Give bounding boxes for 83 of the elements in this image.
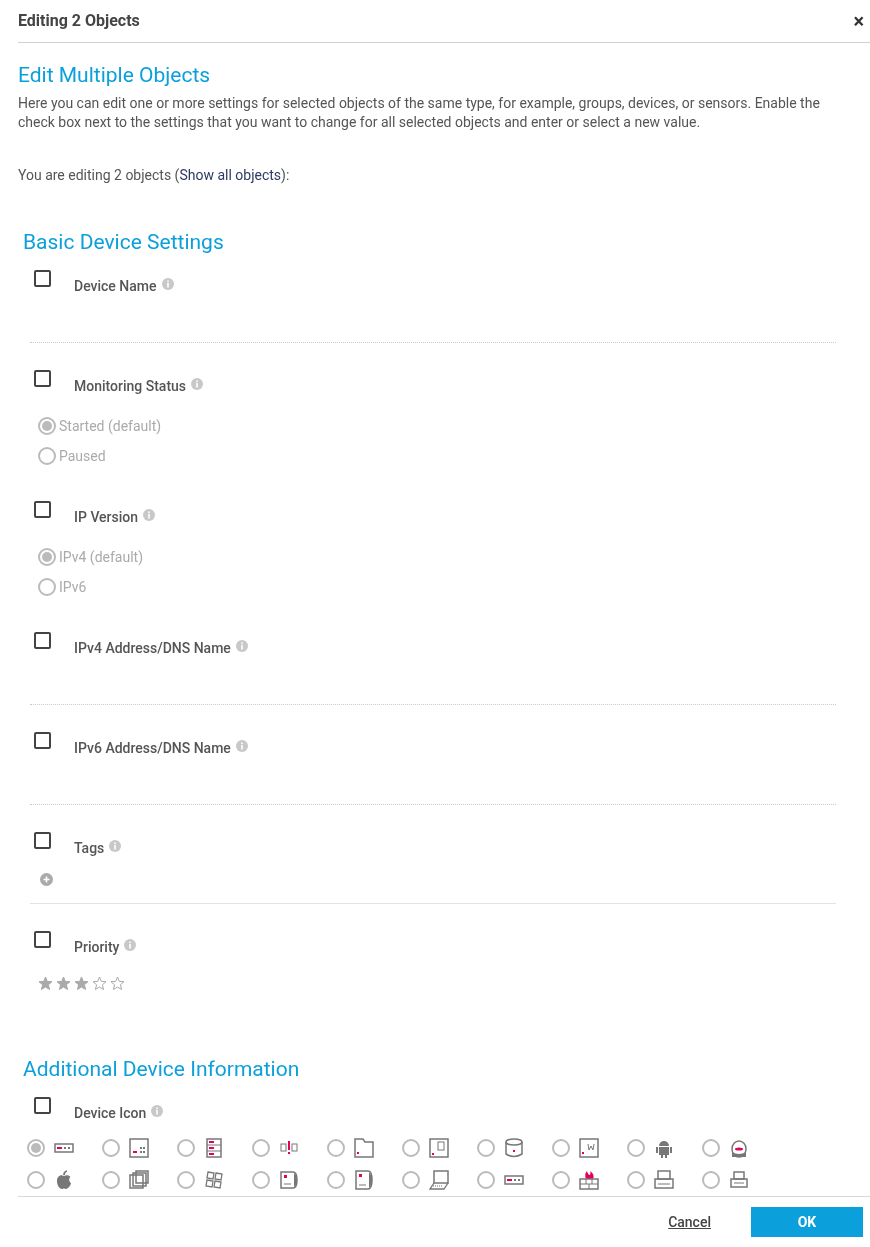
android-icon [654, 1138, 674, 1158]
option-label: IPv4 (default) [59, 547, 144, 567]
radio-button[interactable] [327, 1139, 345, 1157]
info-icon [151, 1104, 164, 1117]
section-heading: Additional Device Information [23, 1056, 301, 1082]
description-text: Here you can edit one or more settings for selected objects of the same type, for example, groups, devices, or sensors. Enable the check box next to the settings that you want to change for all selected objects and enter or select a new value. [18, 94, 821, 132]
radio-button[interactable] [627, 1171, 645, 1189]
grid-box-icon [129, 1138, 149, 1158]
radio-button[interactable] [402, 1139, 420, 1157]
radio-button[interactable] [177, 1171, 195, 1189]
field-label: IP Version [74, 508, 139, 527]
database-icon [504, 1138, 524, 1158]
checkbox[interactable] [34, 632, 51, 649]
web-box-icon [579, 1138, 599, 1158]
radio-button[interactable] [102, 1171, 120, 1189]
info-icon [235, 639, 248, 652]
info-icon [161, 277, 174, 290]
info-icon [191, 377, 204, 390]
radio-button[interactable] [627, 1139, 645, 1157]
checkbox[interactable] [34, 501, 51, 518]
apple-icon [54, 1170, 74, 1190]
info-icon [143, 508, 156, 521]
field-label: Priority [74, 938, 120, 957]
tiles-icon [204, 1170, 224, 1190]
radio-button[interactable] [252, 1139, 270, 1157]
filled-star-icon [74, 976, 89, 991]
option-label: Started (default) [59, 416, 162, 436]
field-label: Monitoring Status [74, 377, 187, 396]
radio-button[interactable] [552, 1139, 570, 1157]
checkbox[interactable] [34, 931, 51, 948]
radio-button[interactable] [38, 447, 56, 465]
window-icon [429, 1138, 449, 1158]
checkbox[interactable] [34, 270, 51, 287]
add-icon[interactable] [40, 873, 53, 886]
radio-button[interactable] [552, 1171, 570, 1189]
objects-count-text: You are editing 2 objects (Show all objects): [18, 166, 291, 186]
cancel-button[interactable]: Cancel [668, 1211, 711, 1233]
radio-button[interactable] [27, 1171, 45, 1189]
radio-button[interactable] [327, 1171, 345, 1189]
field-label: IPv6 Address/DNS Name [74, 739, 231, 758]
info-icon [235, 739, 248, 752]
option-label: Paused [59, 446, 106, 466]
radio-button[interactable] [402, 1171, 420, 1189]
close-button[interactable]: × [853, 11, 864, 31]
radio-button[interactable] [702, 1171, 720, 1189]
radio-button[interactable] [477, 1139, 495, 1157]
section-heading: Basic Device Settings [23, 229, 225, 255]
stacked-windows-icon [129, 1170, 149, 1190]
checkbox[interactable] [34, 832, 51, 849]
printer-icon [654, 1170, 674, 1190]
radio-button[interactable] [177, 1139, 195, 1157]
empty-star-icon [110, 976, 125, 991]
radio-button[interactable] [27, 1139, 45, 1157]
printer-icon [729, 1170, 749, 1190]
radio-button[interactable] [38, 548, 56, 566]
server-icon [204, 1138, 224, 1158]
checkbox[interactable] [34, 732, 51, 749]
radio-button[interactable] [252, 1171, 270, 1189]
empty-star-icon [92, 976, 107, 991]
field-label: Device Name [74, 277, 157, 296]
option-label: IPv6 [59, 577, 87, 597]
field-label: Tags [74, 839, 105, 858]
document-icon [354, 1170, 374, 1190]
folder-icon [354, 1138, 374, 1158]
field-label: IPv4 Address/DNS Name [74, 639, 231, 658]
page-heading: Edit Multiple Objects [18, 62, 212, 88]
info-icon [124, 938, 137, 951]
show-all-objects-link[interactable]: Show all objects [179, 167, 282, 183]
laptop-icon [429, 1170, 449, 1190]
checkbox[interactable] [34, 370, 51, 387]
radio-button[interactable] [702, 1139, 720, 1157]
radio-button[interactable] [38, 578, 56, 596]
field-label: Device Icon [74, 1104, 147, 1123]
document-icon [279, 1170, 299, 1190]
dialog-title: Editing 2 Objects [18, 10, 140, 32]
radio-button[interactable] [102, 1139, 120, 1157]
filled-star-icon [56, 976, 71, 991]
checkbox[interactable] [34, 1097, 51, 1114]
filled-star-icon [38, 976, 53, 991]
info-icon [109, 839, 122, 852]
firewall-icon [579, 1170, 599, 1190]
radio-button[interactable] [477, 1171, 495, 1189]
radio-button[interactable] [38, 417, 56, 435]
